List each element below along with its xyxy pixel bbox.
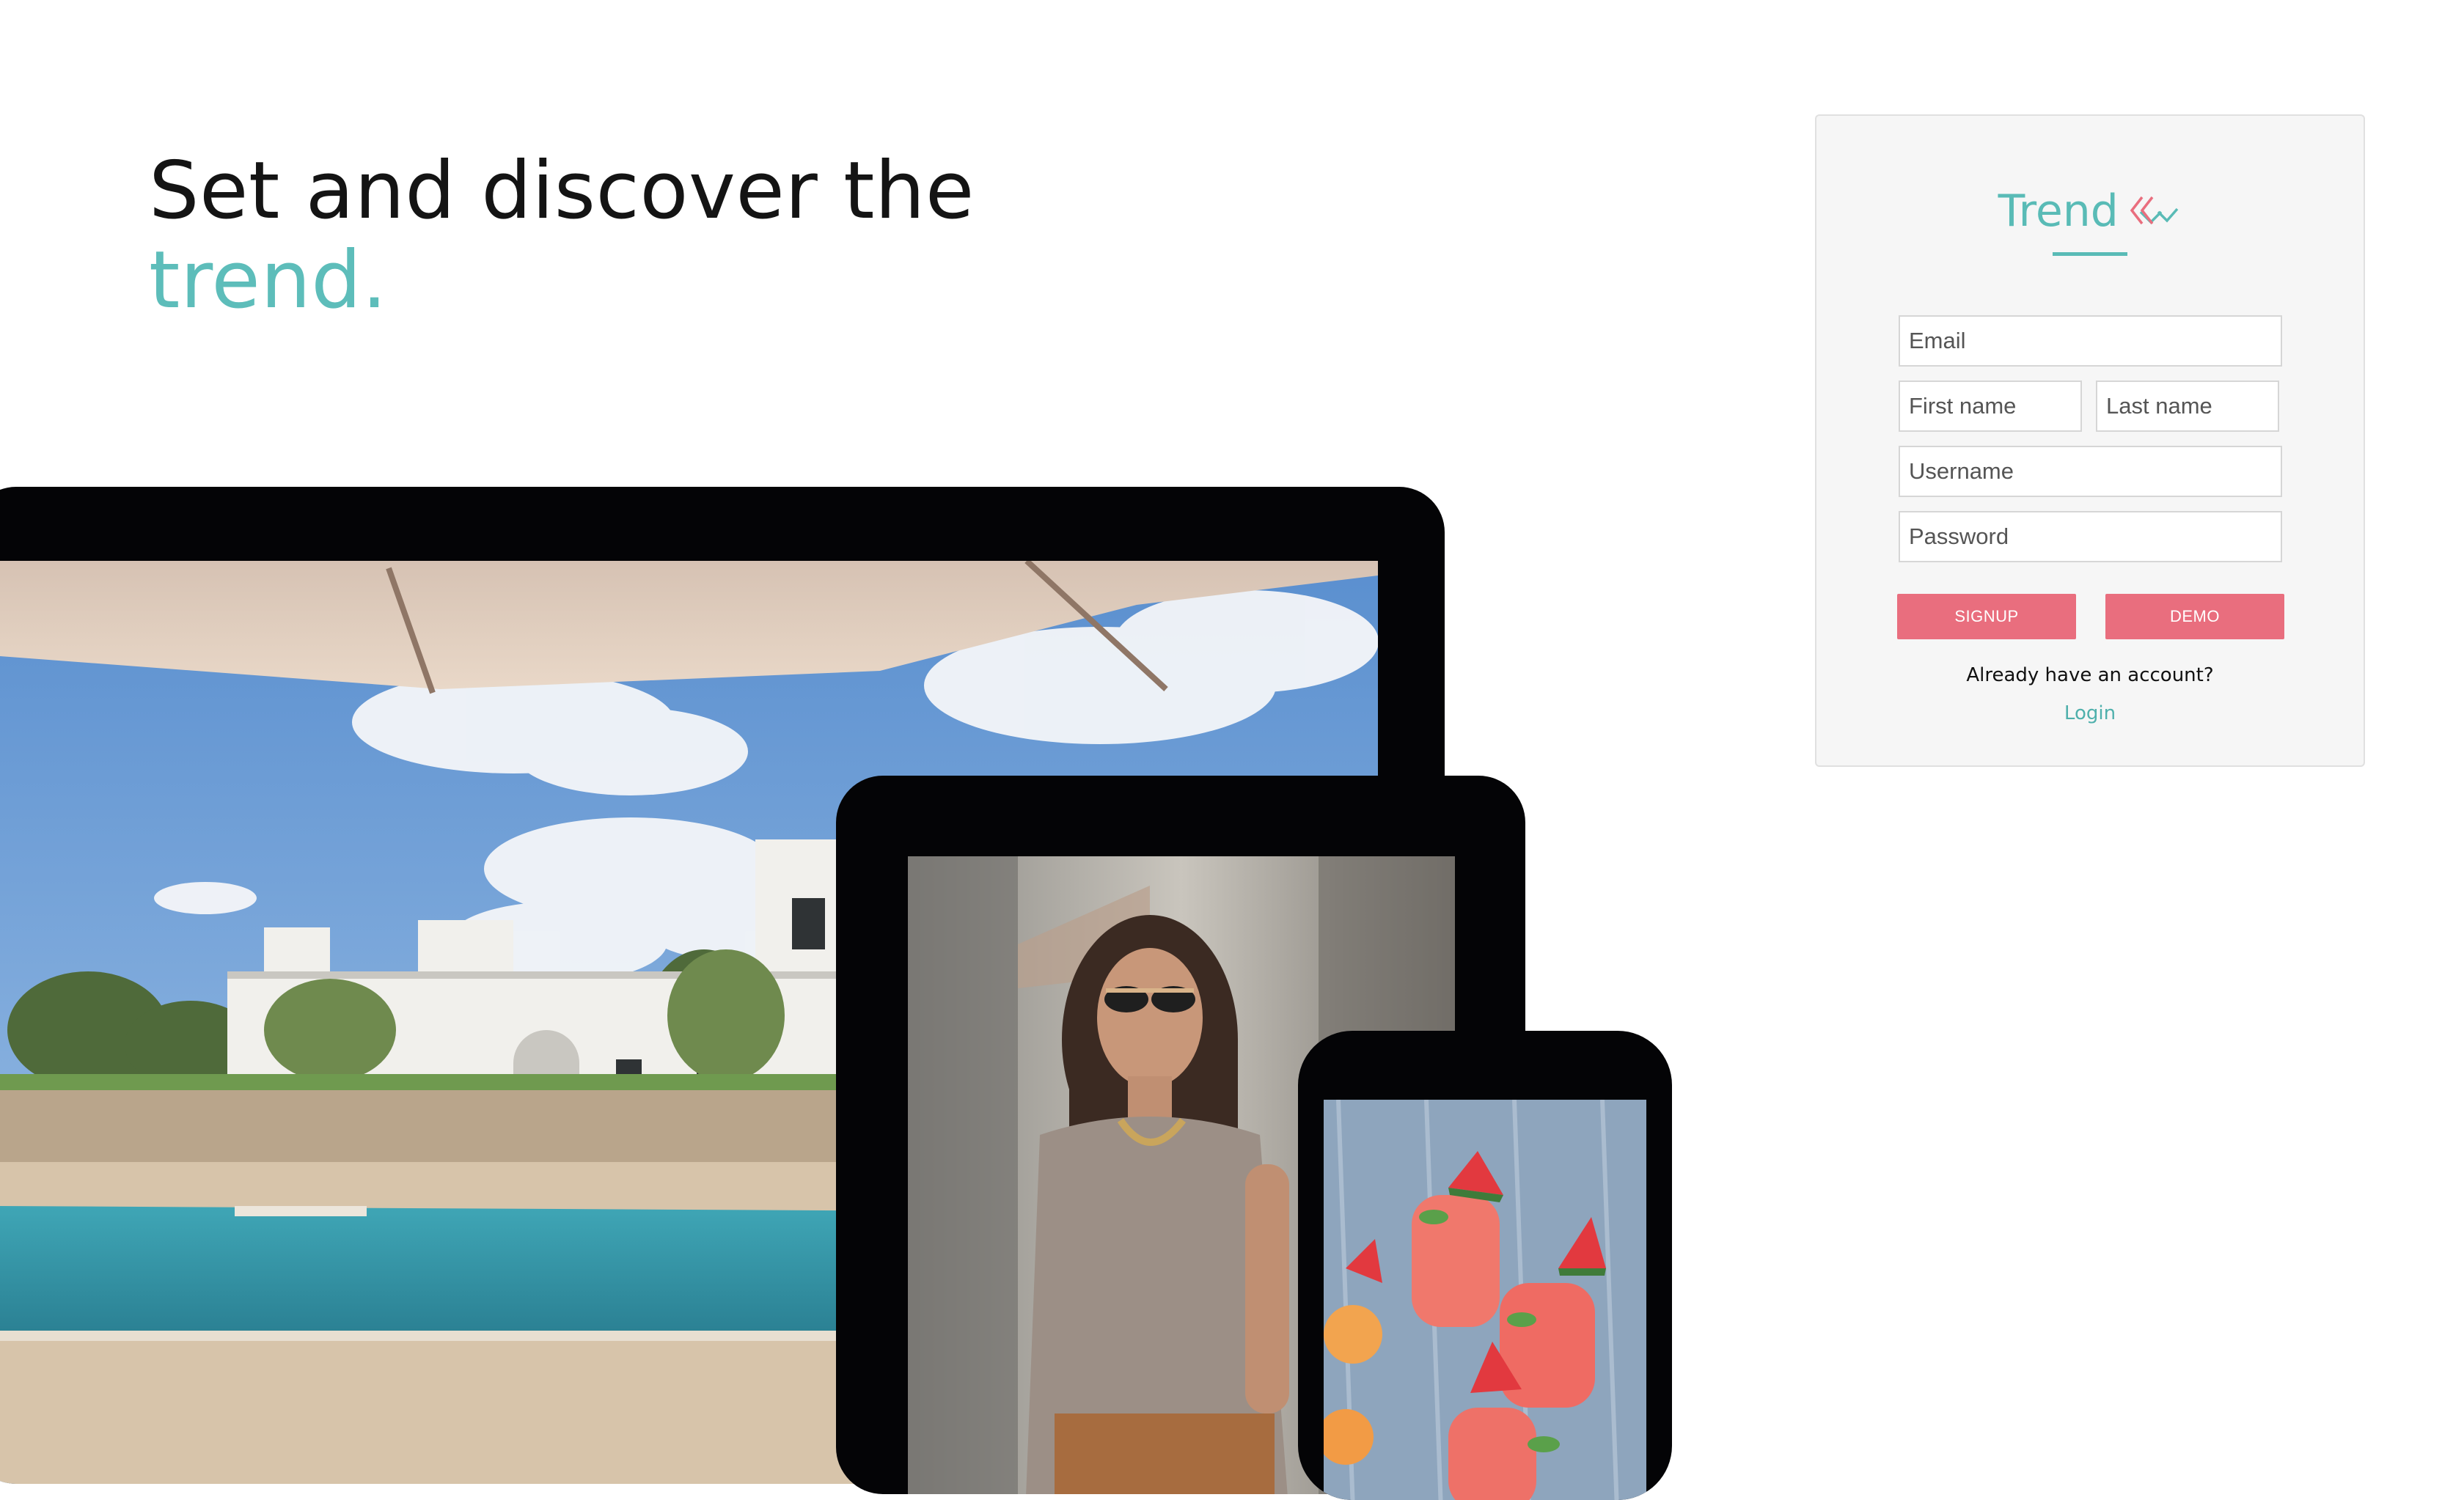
hero-line-2: trend. <box>149 235 388 326</box>
password-field[interactable] <box>1899 511 2282 562</box>
last-name-field[interactable] <box>2096 380 2279 432</box>
phone-screen-image <box>1324 1100 1646 1500</box>
signup-card: Trend SIGNUP DEMO Already have an accoun… <box>1815 114 2365 767</box>
already-have-account-text: Already have an account? <box>1966 664 2214 686</box>
first-name-field[interactable] <box>1899 380 2082 432</box>
signup-button[interactable]: SIGNUP <box>1897 594 2076 639</box>
watermelon-drinks-image <box>1324 1100 1646 1500</box>
phone-mockup <box>1298 1031 1672 1500</box>
brand-name: Trend <box>1998 185 2119 237</box>
brand-logo: Trend <box>1816 182 2364 248</box>
hero-line-1: Set and discover the <box>149 145 975 237</box>
hero-headline: Set and discover the trend. <box>149 147 975 326</box>
email-field[interactable] <box>1899 315 2282 367</box>
username-field[interactable] <box>1899 446 2282 497</box>
demo-button[interactable]: DEMO <box>2105 594 2284 639</box>
trend-chevrons-icon <box>2130 196 2179 225</box>
login-link[interactable]: Login <box>1816 702 2364 724</box>
brand-underline <box>2053 252 2127 256</box>
